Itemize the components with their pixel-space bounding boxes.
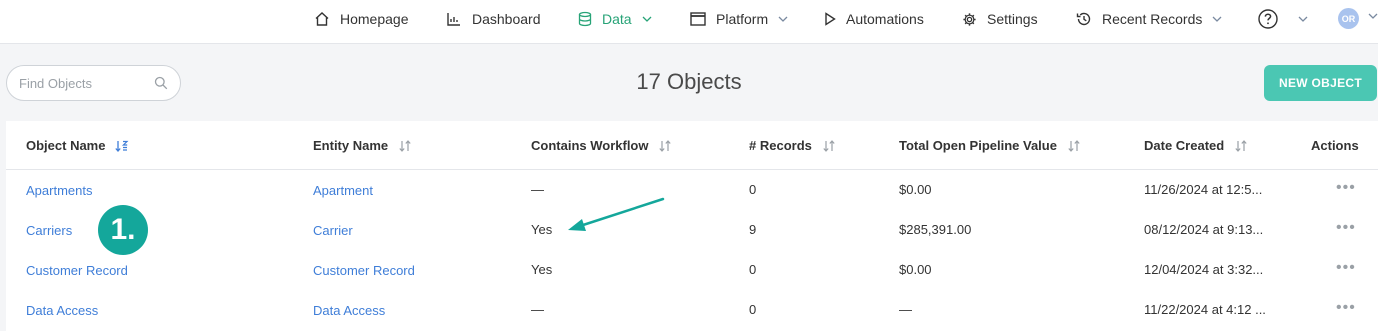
pipeline-cell: — (899, 302, 912, 317)
records-cell: 0 (749, 302, 757, 317)
history-icon (1076, 12, 1091, 26)
nav-automations-label: Automations (846, 11, 924, 27)
records-cell: 0 (749, 262, 757, 277)
nav-automations[interactable]: Automations (824, 0, 924, 38)
chevron-down-icon (778, 16, 788, 22)
sort-icon (1235, 139, 1247, 152)
workflow-cell: — (531, 182, 544, 197)
column-header-label: Object Name (26, 138, 106, 153)
sort-active-icon (115, 140, 129, 152)
sort-icon (823, 139, 835, 152)
object-name-link[interactable]: Apartments (26, 183, 92, 198)
chart-icon (447, 13, 460, 26)
entity-name-link[interactable]: Carrier (313, 223, 353, 238)
nav-data[interactable]: Data (578, 0, 652, 38)
row-actions-button[interactable]: ••• (1336, 299, 1356, 317)
objects-table: Object Name Entity Name Contains Workflo… (6, 121, 1378, 331)
column-header-label: Actions (1311, 138, 1359, 153)
home-icon (315, 12, 329, 26)
nav-settings[interactable]: Settings (962, 0, 1038, 38)
nav-dashboard[interactable]: Dashboard (446, 0, 541, 38)
column-header-contains-workflow[interactable]: Contains Workflow (531, 138, 672, 153)
column-header-label: Total Open Pipeline Value (899, 138, 1057, 153)
pipeline-cell: $285,391.00 (899, 222, 972, 237)
sort-icon (1068, 139, 1080, 152)
row-actions-button[interactable]: ••• (1336, 179, 1356, 197)
date-cell: 08/12/2024 at 9:13... (1144, 222, 1264, 237)
entity-name-link[interactable]: Data Access (313, 303, 385, 318)
nav-homepage[interactable]: Homepage (314, 0, 409, 38)
new-object-button[interactable]: NEW OBJECT (1264, 65, 1377, 101)
column-header-label: Entity Name (313, 138, 389, 153)
column-header-object-name[interactable]: Object Name (26, 138, 129, 153)
nav-recent-records[interactable]: Recent Records (1076, 0, 1222, 38)
nav-dashboard-label: Dashboard (472, 11, 541, 27)
entity-name-link[interactable]: Customer Record (313, 263, 415, 278)
date-cell: 12/04/2024 at 3:32... (1144, 262, 1264, 277)
play-icon (825, 12, 836, 26)
date-cell: 11/22/2024 at 4:12 ... (1144, 302, 1266, 317)
column-header-pipeline-value[interactable]: Total Open Pipeline Value (899, 138, 1081, 153)
page-title: 17 Objects (636, 69, 742, 94)
row-actions-button[interactable]: ••• (1336, 219, 1356, 237)
database-icon (578, 11, 592, 27)
records-cell: 9 (749, 222, 757, 237)
sort-icon (399, 139, 411, 152)
header-divider (6, 169, 1378, 170)
object-name-link[interactable]: Customer Record (26, 263, 128, 278)
date-cell: 11/26/2024 at 12:5... (1144, 182, 1263, 197)
window-icon (690, 12, 706, 26)
chevron-down-icon (1212, 16, 1222, 22)
column-header-records[interactable]: # Records (749, 138, 836, 153)
nav-platform-label: Platform (716, 11, 769, 27)
chevron-down-icon (1298, 16, 1308, 22)
nav-homepage-label: Homepage (340, 11, 409, 27)
column-header-label: Contains Workflow (531, 138, 649, 153)
workflow-cell: Yes (531, 222, 553, 237)
object-name-link[interactable]: Carriers (26, 223, 72, 238)
nav-settings-label: Settings (987, 11, 1038, 27)
avatar[interactable]: OR (1338, 8, 1359, 29)
records-cell: 0 (749, 182, 757, 197)
annotation-step-badge: 1. (98, 205, 148, 255)
pipeline-cell: $0.00 (899, 182, 932, 197)
workflow-cell: — (531, 302, 544, 317)
help-menu[interactable] (1258, 0, 1308, 38)
entity-name-link[interactable]: Apartment (313, 183, 373, 198)
column-header-date-created[interactable]: Date Created (1144, 138, 1248, 153)
chevron-down-icon[interactable] (1368, 13, 1378, 19)
workflow-cell: Yes (531, 262, 553, 277)
help-icon (1258, 9, 1278, 29)
column-header-label: Date Created (1144, 138, 1225, 153)
chevron-down-icon (642, 16, 652, 22)
row-actions-button[interactable]: ••• (1336, 259, 1356, 277)
nav-recent-records-label: Recent Records (1102, 11, 1203, 27)
nav-data-label: Data (602, 11, 632, 27)
nav-platform[interactable]: Platform (690, 0, 788, 38)
pipeline-cell: $0.00 (899, 262, 932, 277)
object-name-link[interactable]: Data Access (26, 303, 98, 318)
column-header-label: # Records (749, 138, 812, 153)
top-navigation: Homepage Dashboard Data Platform Automat… (0, 0, 1378, 44)
column-header-actions: Actions (1311, 138, 1359, 153)
annotation-arrow-icon (568, 197, 665, 231)
sort-icon (659, 139, 672, 152)
column-header-entity-name[interactable]: Entity Name (313, 138, 412, 153)
gear-icon (963, 12, 976, 26)
